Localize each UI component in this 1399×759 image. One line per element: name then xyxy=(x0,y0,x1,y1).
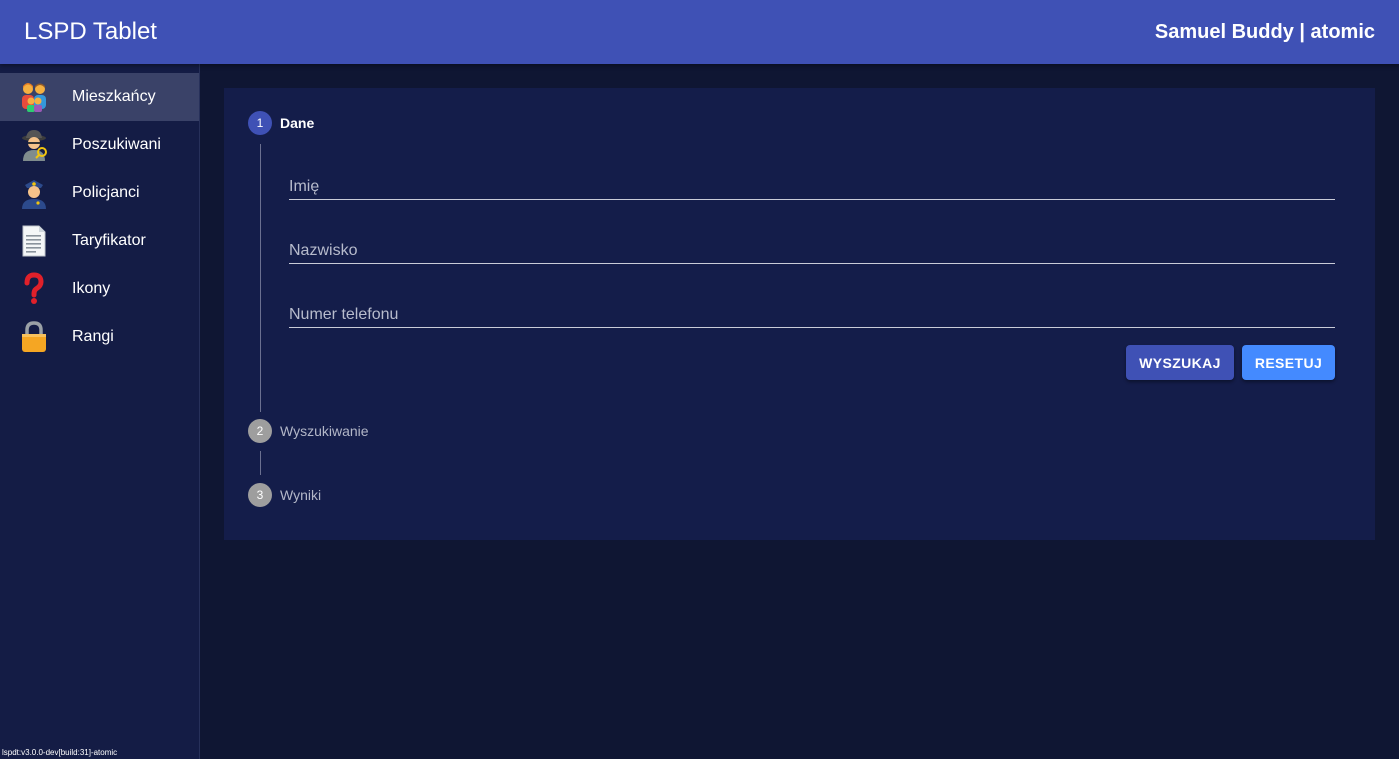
question-mark-icon xyxy=(17,272,51,306)
app-bar: LSPD Tablet Samuel Buddy | atomic xyxy=(0,0,1399,64)
step-number: 3 xyxy=(248,483,272,507)
step-connector xyxy=(260,451,261,475)
last-name-field[interactable] xyxy=(289,224,1335,264)
police-officer-icon xyxy=(17,176,51,210)
step-3[interactable]: 3 Wyniki xyxy=(248,483,321,507)
sidebar-item-label: Poszukiwani xyxy=(72,136,161,153)
step-number: 1 xyxy=(248,111,272,135)
search-button[interactable]: WYSZUKAJ xyxy=(1126,345,1234,380)
user-info: Samuel Buddy | atomic xyxy=(1154,20,1375,43)
detective-icon xyxy=(17,128,51,162)
sidebar-item-taryfikator[interactable]: Taryfikator xyxy=(0,217,199,265)
last-name-input[interactable] xyxy=(289,224,1335,263)
sidebar-item-label: Rangi xyxy=(72,328,114,345)
phone-input[interactable] xyxy=(289,288,1335,327)
step-number: 2 xyxy=(248,419,272,443)
sidebar-item-label: Ikony xyxy=(72,280,111,297)
phone-field[interactable] xyxy=(289,288,1335,328)
lock-icon xyxy=(17,320,51,354)
step-1[interactable]: 1 Dane xyxy=(248,111,314,135)
app-title: LSPD Tablet xyxy=(24,18,157,45)
sidebar-item-rangi[interactable]: Rangi xyxy=(0,313,199,361)
sidebar-item-label: Mieszkańcy xyxy=(72,88,156,105)
first-name-input[interactable] xyxy=(289,160,1335,199)
family-icon xyxy=(17,80,51,114)
step-connector xyxy=(260,144,261,412)
sidebar: Mieszkańcy Poszukiwani Policjanci Taryfi… xyxy=(0,64,200,759)
stepper-panel: 1 Dane WYSZUKAJ RESETUJ 2 Wyszukiwanie 3… xyxy=(224,88,1375,540)
sidebar-item-label: Taryfikator xyxy=(72,232,146,249)
sidebar-item-label: Policjanci xyxy=(72,184,140,201)
version-label: lspdt:v3.0.0-dev[build:31]-atomic xyxy=(2,748,118,757)
step-label: Dane xyxy=(280,115,315,131)
step-label: Wyszukiwanie xyxy=(280,423,369,439)
document-icon xyxy=(17,224,51,258)
first-name-field[interactable] xyxy=(289,160,1335,200)
reset-button[interactable]: RESETUJ xyxy=(1242,345,1335,380)
sidebar-item-mieszkancy[interactable]: Mieszkańcy xyxy=(0,73,199,121)
sidebar-item-ikony[interactable]: Ikony xyxy=(0,265,199,313)
step-2[interactable]: 2 Wyszukiwanie xyxy=(248,419,369,443)
sidebar-item-policjanci[interactable]: Policjanci xyxy=(0,169,199,217)
sidebar-item-poszukiwani[interactable]: Poszukiwani xyxy=(0,121,199,169)
step-label: Wyniki xyxy=(280,487,322,503)
